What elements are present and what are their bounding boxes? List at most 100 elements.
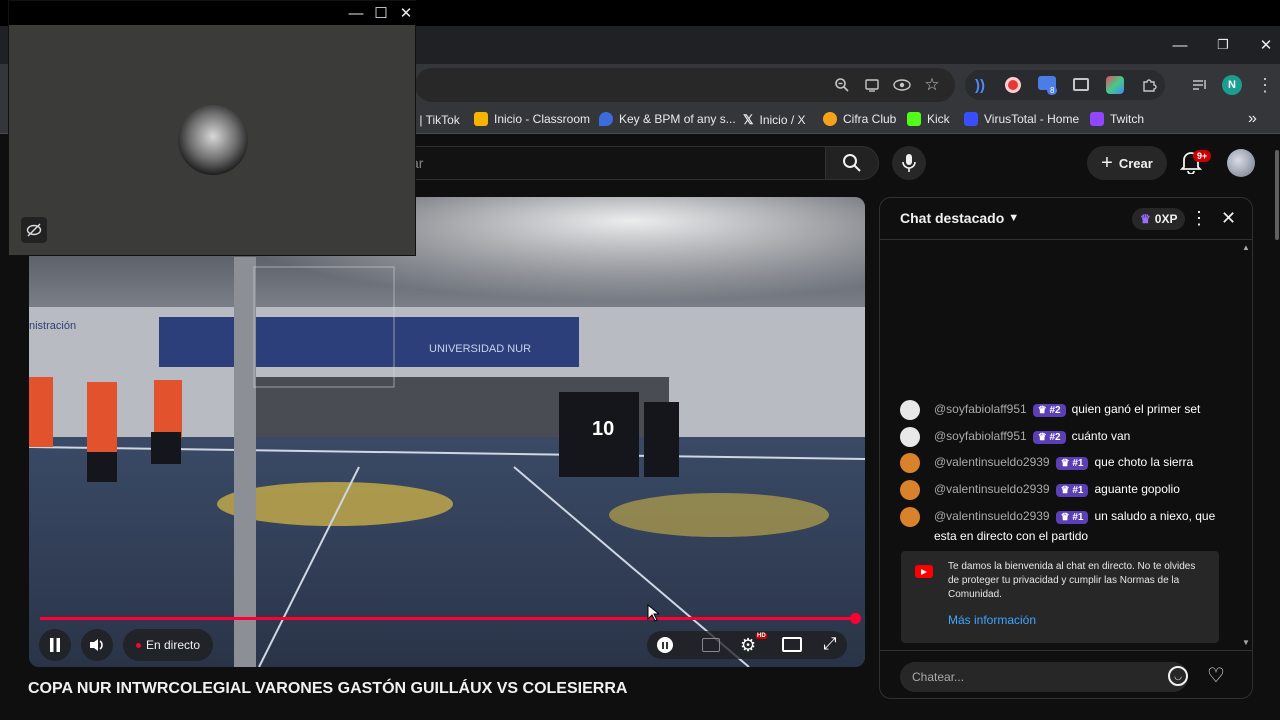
create-label: Crear [1118,155,1153,171]
search-input[interactable]: ar [380,146,826,180]
minimize-window-button[interactable]: — [1170,35,1190,55]
page-scrollbar[interactable] [1275,150,1279,240]
pause-button[interactable] [39,629,71,661]
live-indicator[interactable]: En directo [123,629,213,661]
record-extension-icon[interactable] [1005,77,1021,93]
bookmark-star-icon[interactable]: ☆ [920,73,944,97]
heart-reaction-button[interactable]: ♡ [1207,663,1225,688]
chat-menu-icon[interactable]: ⋮ [1190,208,1208,229]
crown-icon: ♛ [1140,212,1151,226]
rank-badge: ♛ #2 [1032,404,1066,417]
more-bookmarks-button[interactable]: » [1248,110,1257,128]
chat-username[interactable]: @soyfabiolaff951 [934,429,1027,443]
chat-avatar [900,427,920,447]
eye-off-icon [26,223,42,237]
window-extension-icon[interactable] [1073,78,1089,91]
color-extension-icon[interactable] [1106,76,1124,94]
more-info-link[interactable]: Más información [948,613,1205,627]
jersey-number: 10 [592,418,614,440]
bookmark-cifra-club[interactable]: Cifra Club [823,112,896,126]
search-icon [843,154,861,172]
xp-badge[interactable]: ♛ 0XP [1132,208,1186,230]
close-chat-icon[interactable]: ✕ [1221,208,1236,229]
voice-search-button[interactable] [892,146,926,180]
bookmark-key-bpm[interactable]: Key & BPM of any s... [599,112,736,126]
chat-header: Chat destacado ▼ ♛ 0XP ⋮ ✕ [880,198,1252,240]
subtitles-icon[interactable] [702,638,720,652]
camera-maximize-button[interactable]: ☐ [371,3,391,23]
microphone-icon [902,154,916,172]
live-dot-icon [135,642,141,648]
chat-divider [880,650,1252,651]
volume-button[interactable] [81,629,113,661]
chat-input[interactable]: Chatear... [900,662,1188,692]
chat-avatar [900,507,920,527]
media-queue-icon[interactable] [1188,73,1212,97]
rank-badge: ♛ #1 [1055,457,1089,470]
video-player[interactable]: UNIVERSIDAD NUR nistración 10 En directo… [29,197,865,667]
virustotal-icon [964,112,978,126]
scroll-down-icon[interactable]: ▼ [1242,638,1250,647]
camera-overlay-window[interactable]: — ☐ ✕ [8,0,417,256]
install-app-icon[interactable] [860,73,884,97]
fullscreen-icon[interactable]: ⤢ [823,634,837,654]
close-window-button[interactable]: ✕ [1256,35,1276,55]
audio-extension-icon[interactable]: )) [968,73,992,97]
kick-icon [907,112,921,126]
account-avatar[interactable] [1227,149,1255,177]
banner-text: UNIVERSIDAD NUR [429,343,531,355]
pause-icon [50,638,60,652]
live-label: En directo [145,638,201,652]
welcome-text: Te damos la bienvenida al chat en direct… [948,561,1196,600]
chat-message: @valentinsueldo2939 ♛ #1 que choto la sier… [900,453,1220,473]
emoji-button[interactable]: ◡ [1168,666,1188,686]
create-button[interactable]: + Crear [1087,146,1167,180]
progress-bar[interactable] [40,617,855,620]
profile-avatar[interactable]: N [1222,75,1242,95]
zoom-icon[interactable] [830,73,854,97]
chat-username[interactable]: @valentinsueldo2939 [934,509,1050,523]
camera-minimize-button[interactable]: — [346,3,366,23]
video-title: COPA NUR INTWRCOLEGIAL VARONES GASTÓN GU… [28,680,628,697]
wall-text: nistración [29,320,76,332]
chat-message: @valentinsueldo2939 ♛ #1 un saludo a niexo… [900,507,1220,546]
settings-gear-icon[interactable]: ⚙ [740,635,756,656]
scroll-up-icon[interactable]: ▲ [1242,243,1250,252]
cifra-club-icon [823,112,837,126]
notifications-badge: 9+ [1193,150,1212,162]
search-button[interactable] [825,146,879,180]
chat-mode-dropdown[interactable]: Chat destacado ▼ [900,210,1019,226]
theater-mode-icon[interactable] [782,637,802,652]
chat-username[interactable]: @valentinsueldo2939 [934,455,1050,469]
volume-icon [90,639,103,651]
eye-icon[interactable] [890,73,914,97]
video-frame: UNIVERSIDAD NUR nistración 10 [29,197,865,667]
xp-label: 0XP [1154,212,1178,226]
extensions-group [965,70,1165,100]
progress-scrubber[interactable] [850,613,861,624]
smiley-icon: ◡ [1174,670,1182,681]
bookmark-x[interactable]: 𝕏 Inicio / X [743,112,806,128]
bookmark-twitch[interactable]: Twitch [1090,112,1144,126]
key-bpm-icon [599,112,613,126]
bookmark-virustotal[interactable]: VirusTotal - Home [964,112,1079,126]
browser-menu-icon[interactable]: ⋮ [1253,73,1277,97]
camera-close-button[interactable]: ✕ [396,3,416,23]
chat-username[interactable]: @valentinsueldo2939 [934,482,1050,496]
chat-message: @soyfabiolaff951 ♛ #2 quien ganó el primer… [900,400,1220,420]
plus-icon: + [1101,151,1113,174]
autoplay-toggle[interactable] [657,637,673,653]
bookmark-classroom[interactable]: Inicio - Classroom [474,112,590,126]
bookmark-kick[interactable]: Kick [907,112,950,126]
camera-hide-button[interactable] [21,217,47,243]
chat-avatar [900,453,920,473]
bookmark-tiktok[interactable]: s | TikTok [410,113,460,127]
puzzle-extensions-icon[interactable] [1137,73,1161,97]
restore-window-button[interactable]: ❐ [1213,35,1233,55]
chat-text: aguante gopolio [1094,482,1180,496]
rank-badge: ♛ #1 [1055,511,1089,524]
chat-username[interactable]: @soyfabiolaff951 [934,402,1027,416]
chat-message: @valentinsueldo2939 ♛ #1 aguante gopolio [900,480,1220,500]
chat-text: que choto la sierra [1094,455,1194,469]
mouse-cursor-icon [647,603,661,627]
